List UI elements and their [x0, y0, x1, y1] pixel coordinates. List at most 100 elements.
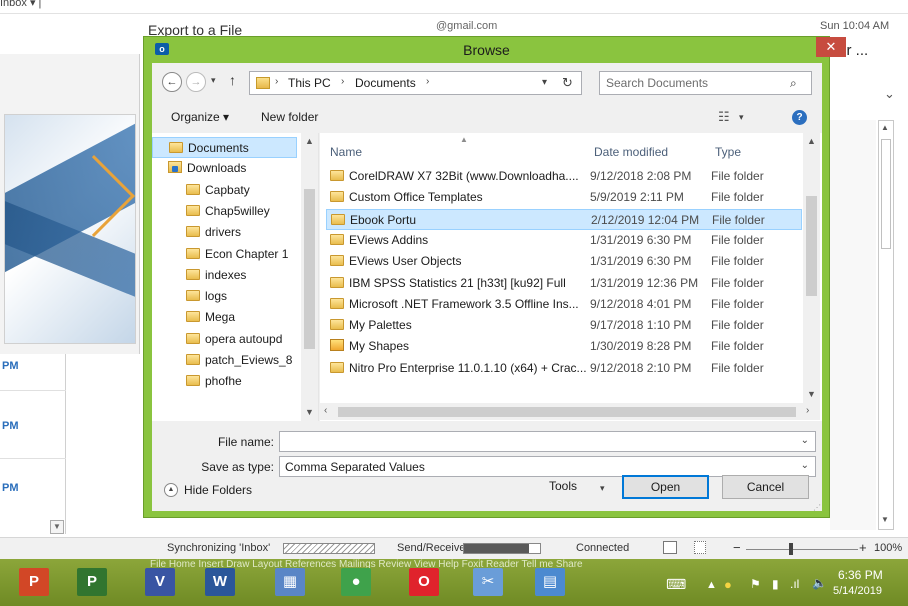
volume-icon[interactable]: 🔈: [812, 576, 827, 590]
hide-folders-icon[interactable]: ▲: [164, 483, 178, 497]
keyboard-icon[interactable]: ⌨: [666, 576, 686, 593]
taskbar-app-opera[interactable]: O: [404, 563, 444, 601]
taskbar-app-powerpoint[interactable]: P: [14, 563, 54, 601]
search-box[interactable]: ⌕: [599, 71, 812, 95]
organize-button[interactable]: Organize ▾: [171, 110, 229, 124]
folder-icon: [330, 297, 344, 309]
taskbar-app-calculator[interactable]: ▤: [530, 563, 570, 601]
snipping-icon: ✂: [473, 568, 503, 596]
clock-date[interactable]: 5/14/2019: [833, 585, 882, 597]
zoom-in-button[interactable]: +: [859, 540, 867, 555]
zoom-slider-thumb[interactable]: [789, 543, 793, 555]
nav-pane-item[interactable]: patch_Eviews_8: [152, 350, 297, 371]
nav-pane-item[interactable]: drivers: [152, 222, 297, 243]
folder-icon: [331, 213, 345, 225]
change-view-icon[interactable]: ☷: [718, 109, 730, 125]
reading-pane-scrollbar[interactable]: ▲ ▼: [878, 120, 894, 530]
zoom-level[interactable]: 100%: [874, 542, 902, 554]
nav-pane-item[interactable]: phofhe: [152, 371, 297, 392]
taskbar-app-project[interactable]: P: [72, 563, 112, 601]
message-time-label: PM: [2, 482, 19, 494]
file-row[interactable]: Nitro Pro Enterprise 11.0.1.10 (x64) + C…: [326, 358, 802, 379]
forward-button[interactable]: →: [186, 72, 206, 92]
file-list-vertical-scrollbar[interactable]: ▲ ▼: [803, 133, 820, 403]
file-row[interactable]: IBM SPSS Statistics 21 [h33t] [ku92] Ful…: [326, 273, 802, 294]
clock-time[interactable]: 6:36 PM: [838, 568, 883, 582]
navigation-pane-scrollbar[interactable]: ▲ ▼: [301, 133, 318, 421]
file-date-modified: 9/12/2018 4:01 PM: [590, 296, 692, 311]
normal-view-icon[interactable]: [663, 541, 677, 554]
breadcrumb-documents[interactable]: Documents: [355, 76, 416, 90]
taskbar-app-visio[interactable]: V: [140, 563, 180, 601]
save-as-type-select[interactable]: Comma Separated Values ⌄: [279, 456, 816, 477]
help-icon[interactable]: ?: [792, 110, 807, 125]
file-row[interactable]: EViews User Objects 1/31/2019 6:30 PM File…: [326, 251, 802, 272]
folder-icon: [186, 183, 200, 195]
resize-grip-icon[interactable]: ⋰: [813, 503, 821, 512]
file-name-field[interactable]: ⌄: [279, 431, 816, 452]
file-list-horizontal-scrollbar[interactable]: ‹ ›: [320, 403, 820, 420]
chevron-down-icon[interactable]: ⌄: [801, 460, 809, 471]
file-name: My Shapes: [349, 339, 410, 354]
folder-icon: [186, 332, 200, 344]
tools-dropdown-icon[interactable]: ▾: [600, 483, 605, 494]
file-row[interactable]: My Palettes 9/17/2018 1:10 PM File folder: [326, 315, 802, 336]
taskbar-app-media[interactable]: ●: [336, 563, 376, 601]
nav-pane-item[interactable]: Mega: [152, 307, 297, 328]
column-header-type[interactable]: Type: [715, 145, 741, 159]
open-button[interactable]: Open: [622, 475, 709, 499]
file-row[interactable]: EViews Addins 1/31/2019 6:30 PM File folde…: [326, 230, 802, 251]
recent-locations-dropdown[interactable]: ▾: [211, 75, 216, 86]
chevron-down-icon[interactable]: ⌄: [801, 435, 809, 446]
flag-icon[interactable]: ⚑: [750, 577, 761, 591]
file-name-input[interactable]: [284, 434, 794, 450]
dialog-titlebar[interactable]: o Browse: [144, 37, 829, 63]
nav-pane-item[interactable]: Capbaty: [152, 180, 297, 201]
view-dropdown-icon[interactable]: ▾: [739, 112, 744, 123]
taskbar-app-snipping[interactable]: ✂: [468, 563, 508, 601]
nav-pane-item[interactable]: indexes: [152, 265, 297, 286]
search-input[interactable]: [606, 74, 784, 92]
show-hidden-icons-icon[interactable]: ▲: [706, 579, 717, 591]
breadcrumb-this-pc[interactable]: This PC: [288, 76, 331, 90]
new-folder-button[interactable]: New folder: [261, 110, 318, 124]
file-row[interactable]: Microsoft .NET Framework 3.5 Offline Ins…: [326, 294, 802, 315]
nav-pane-item[interactable]: Downloads: [152, 158, 297, 179]
scroll-down-icon[interactable]: ▼: [50, 520, 64, 534]
taskbar-app-word[interactable]: W: [200, 563, 240, 601]
notification-icon[interactable]: ●: [724, 577, 732, 592]
cancel-button[interactable]: Cancel: [722, 475, 809, 499]
nav-pane-item[interactable]: Econ Chapter 1: [152, 244, 297, 265]
back-button[interactable]: ←: [162, 72, 182, 92]
search-icon[interactable]: ⌕: [790, 76, 797, 91]
column-header-name[interactable]: Name: [330, 145, 362, 159]
close-button[interactable]: ✕: [816, 37, 846, 57]
taskbar-app-network[interactable]: ▦: [270, 563, 310, 601]
file-row[interactable]: Custom Office Templates 5/9/2019 2:11 PM F…: [326, 187, 802, 208]
signal-icon[interactable]: .ıl: [790, 577, 799, 591]
column-header-date[interactable]: Date modified: [594, 145, 668, 159]
refresh-icon[interactable]: ↻: [562, 75, 573, 91]
file-row[interactable]: Ebook Portu 2/12/2019 12:04 PM File folder: [326, 208, 802, 230]
nav-pane-item[interactable]: Documents: [152, 137, 297, 158]
chevron-down-icon[interactable]: ⌄: [884, 86, 895, 102]
file-type: File folder: [711, 360, 764, 375]
nav-pane-item[interactable]: opera autoupd: [152, 329, 297, 350]
battery-icon[interactable]: ▮: [772, 577, 779, 591]
reading-view-icon[interactable]: [694, 541, 706, 554]
tools-menu[interactable]: Tools: [549, 479, 577, 493]
folder-icon: [330, 170, 344, 181]
nav-pane-item[interactable]: logs: [152, 286, 297, 307]
zoom-slider[interactable]: [746, 549, 858, 550]
zoom-out-button[interactable]: −: [733, 540, 741, 555]
file-row[interactable]: My Shapes 1/30/2019 8:28 PM File folder: [326, 336, 802, 357]
command-bar: Organize ▾ New folder ☷ ▾ ?: [152, 103, 822, 133]
file-row[interactable]: CorelDRAW X7 32Bit (www.Downloadha.... 9/…: [326, 166, 802, 187]
hide-folders-button[interactable]: Hide Folders: [184, 483, 252, 497]
up-button[interactable]: ↑: [229, 72, 236, 88]
address-bar[interactable]: › This PC › Documents › ▾ ↻: [249, 71, 582, 95]
nav-pane-item[interactable]: Chap5willey: [152, 201, 297, 222]
send-receive-label: Send/Receive: [397, 542, 466, 554]
address-dropdown-icon[interactable]: ▾: [542, 77, 547, 88]
file-type: File folder: [711, 254, 764, 269]
